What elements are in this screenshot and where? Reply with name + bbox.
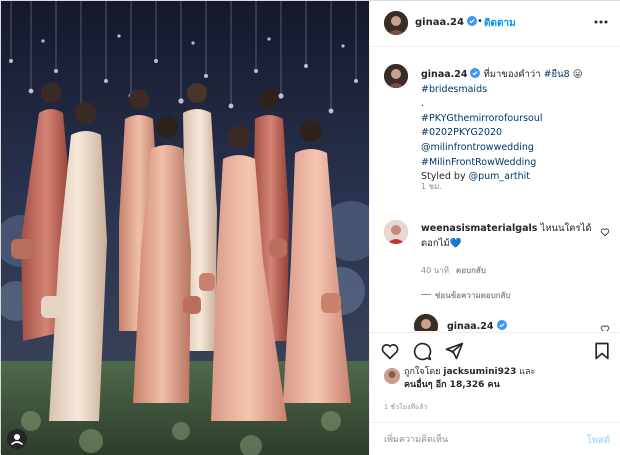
add-comment-input[interactable]: [384, 433, 574, 447]
hashtag-link[interactable]: #PKYGthemirrorofoursoul: [421, 113, 543, 124]
post-timestamp: 1 ชั่วโมงที่แล้ว: [384, 403, 428, 411]
user-tag-icon[interactable]: [7, 429, 27, 449]
replies-divider: [421, 294, 431, 295]
hide-replies-button[interactable]: ซ่อนข้อความตอบกลับ: [435, 289, 511, 302]
reply-avatar[interactable]: [414, 314, 438, 331]
add-comment-bar: โพสต์: [370, 422, 620, 455]
caption-timestamp: 1 ชม.: [421, 182, 442, 191]
more-options-icon[interactable]: [592, 13, 610, 31]
post-side-panel: ginaa.24 • ติดตาม ginaa.24 ที่มาของคำว่า…: [369, 1, 620, 455]
others-likes-link[interactable]: คนอื่นๆ อีก 18,326 คน: [404, 380, 500, 390]
hashtag-link[interactable]: #bridesmaids: [421, 84, 487, 95]
caption-period: .: [421, 98, 425, 110]
caption-emoji: 😛: [569, 69, 583, 80]
likes-summary: ถูกใจโดย jacksumini923 และ คนอื่นๆ อีก 1…: [370, 366, 620, 396]
bookmark-icon[interactable]: [592, 341, 612, 361]
caption-username[interactable]: ginaa.24: [421, 69, 467, 80]
hashtag-link[interactable]: #0202PKYG2020: [421, 127, 502, 138]
post-header: ginaa.24 • ติดตาม: [370, 1, 620, 47]
reply-username[interactable]: ginaa.24: [447, 320, 507, 331]
commenter-avatar[interactable]: [384, 220, 408, 244]
follow-button[interactable]: ติดตาม: [484, 16, 516, 31]
verified-badge-icon: [470, 68, 481, 78]
heart-icon[interactable]: [380, 341, 400, 361]
verified-badge-icon: [467, 16, 478, 26]
caption-body: ที่มาของคำว่า: [483, 69, 544, 80]
separator-dot: •: [477, 16, 483, 27]
liker-username[interactable]: jacksumini923: [443, 367, 516, 377]
likes-and: และ: [516, 367, 536, 377]
hashtag-link[interactable]: #ยืน8: [544, 69, 570, 80]
comment-emoji: 💙: [449, 237, 462, 249]
reply-heart-icon[interactable]: [600, 324, 610, 331]
mention-link[interactable]: @milinfrontrowwedding: [421, 142, 534, 153]
comment-heart-icon[interactable]: [600, 227, 610, 237]
commenter-username[interactable]: weenasismaterialgals: [421, 223, 537, 234]
instagram-post-window: ginaa.24 • ติดตาม ginaa.24 ที่มาของคำว่า…: [0, 0, 620, 455]
author-avatar[interactable]: [384, 11, 408, 35]
post-actions-bar: [370, 332, 620, 366]
comment-text: weenasismaterialgals ไหนนใครได้ดอกไม้💙: [421, 222, 596, 251]
caption-text: ginaa.24 ที่มาของคำว่า #ยืน8 😛 #bridesma…: [421, 68, 620, 185]
comment-icon[interactable]: [412, 341, 432, 361]
share-icon[interactable]: [444, 341, 464, 361]
author-username[interactable]: ginaa.24: [415, 16, 478, 28]
likes-prefix: ถูกใจโดย: [404, 367, 444, 377]
bridesmaids-photo-illustration: [1, 1, 369, 455]
verified-badge-icon: [496, 320, 507, 330]
comments-scroll-area[interactable]: ginaa.24 ที่มาของคำว่า #ยืน8 😛 #bridesma…: [370, 48, 620, 331]
post-comment-button[interactable]: โพสต์: [587, 433, 610, 448]
liker-avatar[interactable]: [384, 368, 400, 384]
reply-button[interactable]: ตอบกลับ: [456, 264, 486, 277]
comment-age: 40 นาที: [421, 266, 449, 275]
mention-link[interactable]: @pum_arthit: [469, 171, 530, 182]
likes-text: ถูกใจโดย jacksumini923 และ คนอื่นๆ อีก 1…: [404, 366, 614, 392]
post-photo[interactable]: [1, 1, 369, 455]
caption-avatar[interactable]: [384, 64, 408, 88]
hashtag-link[interactable]: #MilinFrontRowWedding: [421, 157, 536, 168]
